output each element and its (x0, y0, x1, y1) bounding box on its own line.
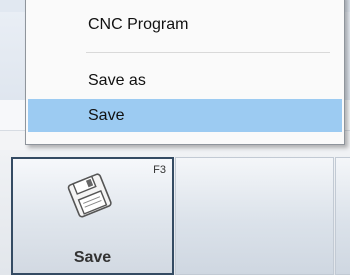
app-window: F3 Save CNC Program Save as Save (0, 0, 350, 275)
floppy-disk-icon (65, 172, 117, 224)
menu-item-cnc-program[interactable]: CNC Program (26, 8, 344, 41)
toolbar-button-partial[interactable] (335, 157, 350, 275)
save-button-label: Save (73, 249, 112, 266)
menu-item-save[interactable]: Save (28, 99, 342, 132)
menu-separator (86, 52, 330, 53)
toolbar: F3 Save (0, 150, 350, 275)
toolbar-button-empty[interactable] (175, 157, 334, 275)
save-button[interactable]: F3 Save (11, 157, 174, 275)
dropdown-menu: CNC Program Save as Save (25, 0, 345, 145)
shortcut-hint: F3 (153, 164, 166, 176)
menu-item-save-as[interactable]: Save as (26, 64, 344, 97)
